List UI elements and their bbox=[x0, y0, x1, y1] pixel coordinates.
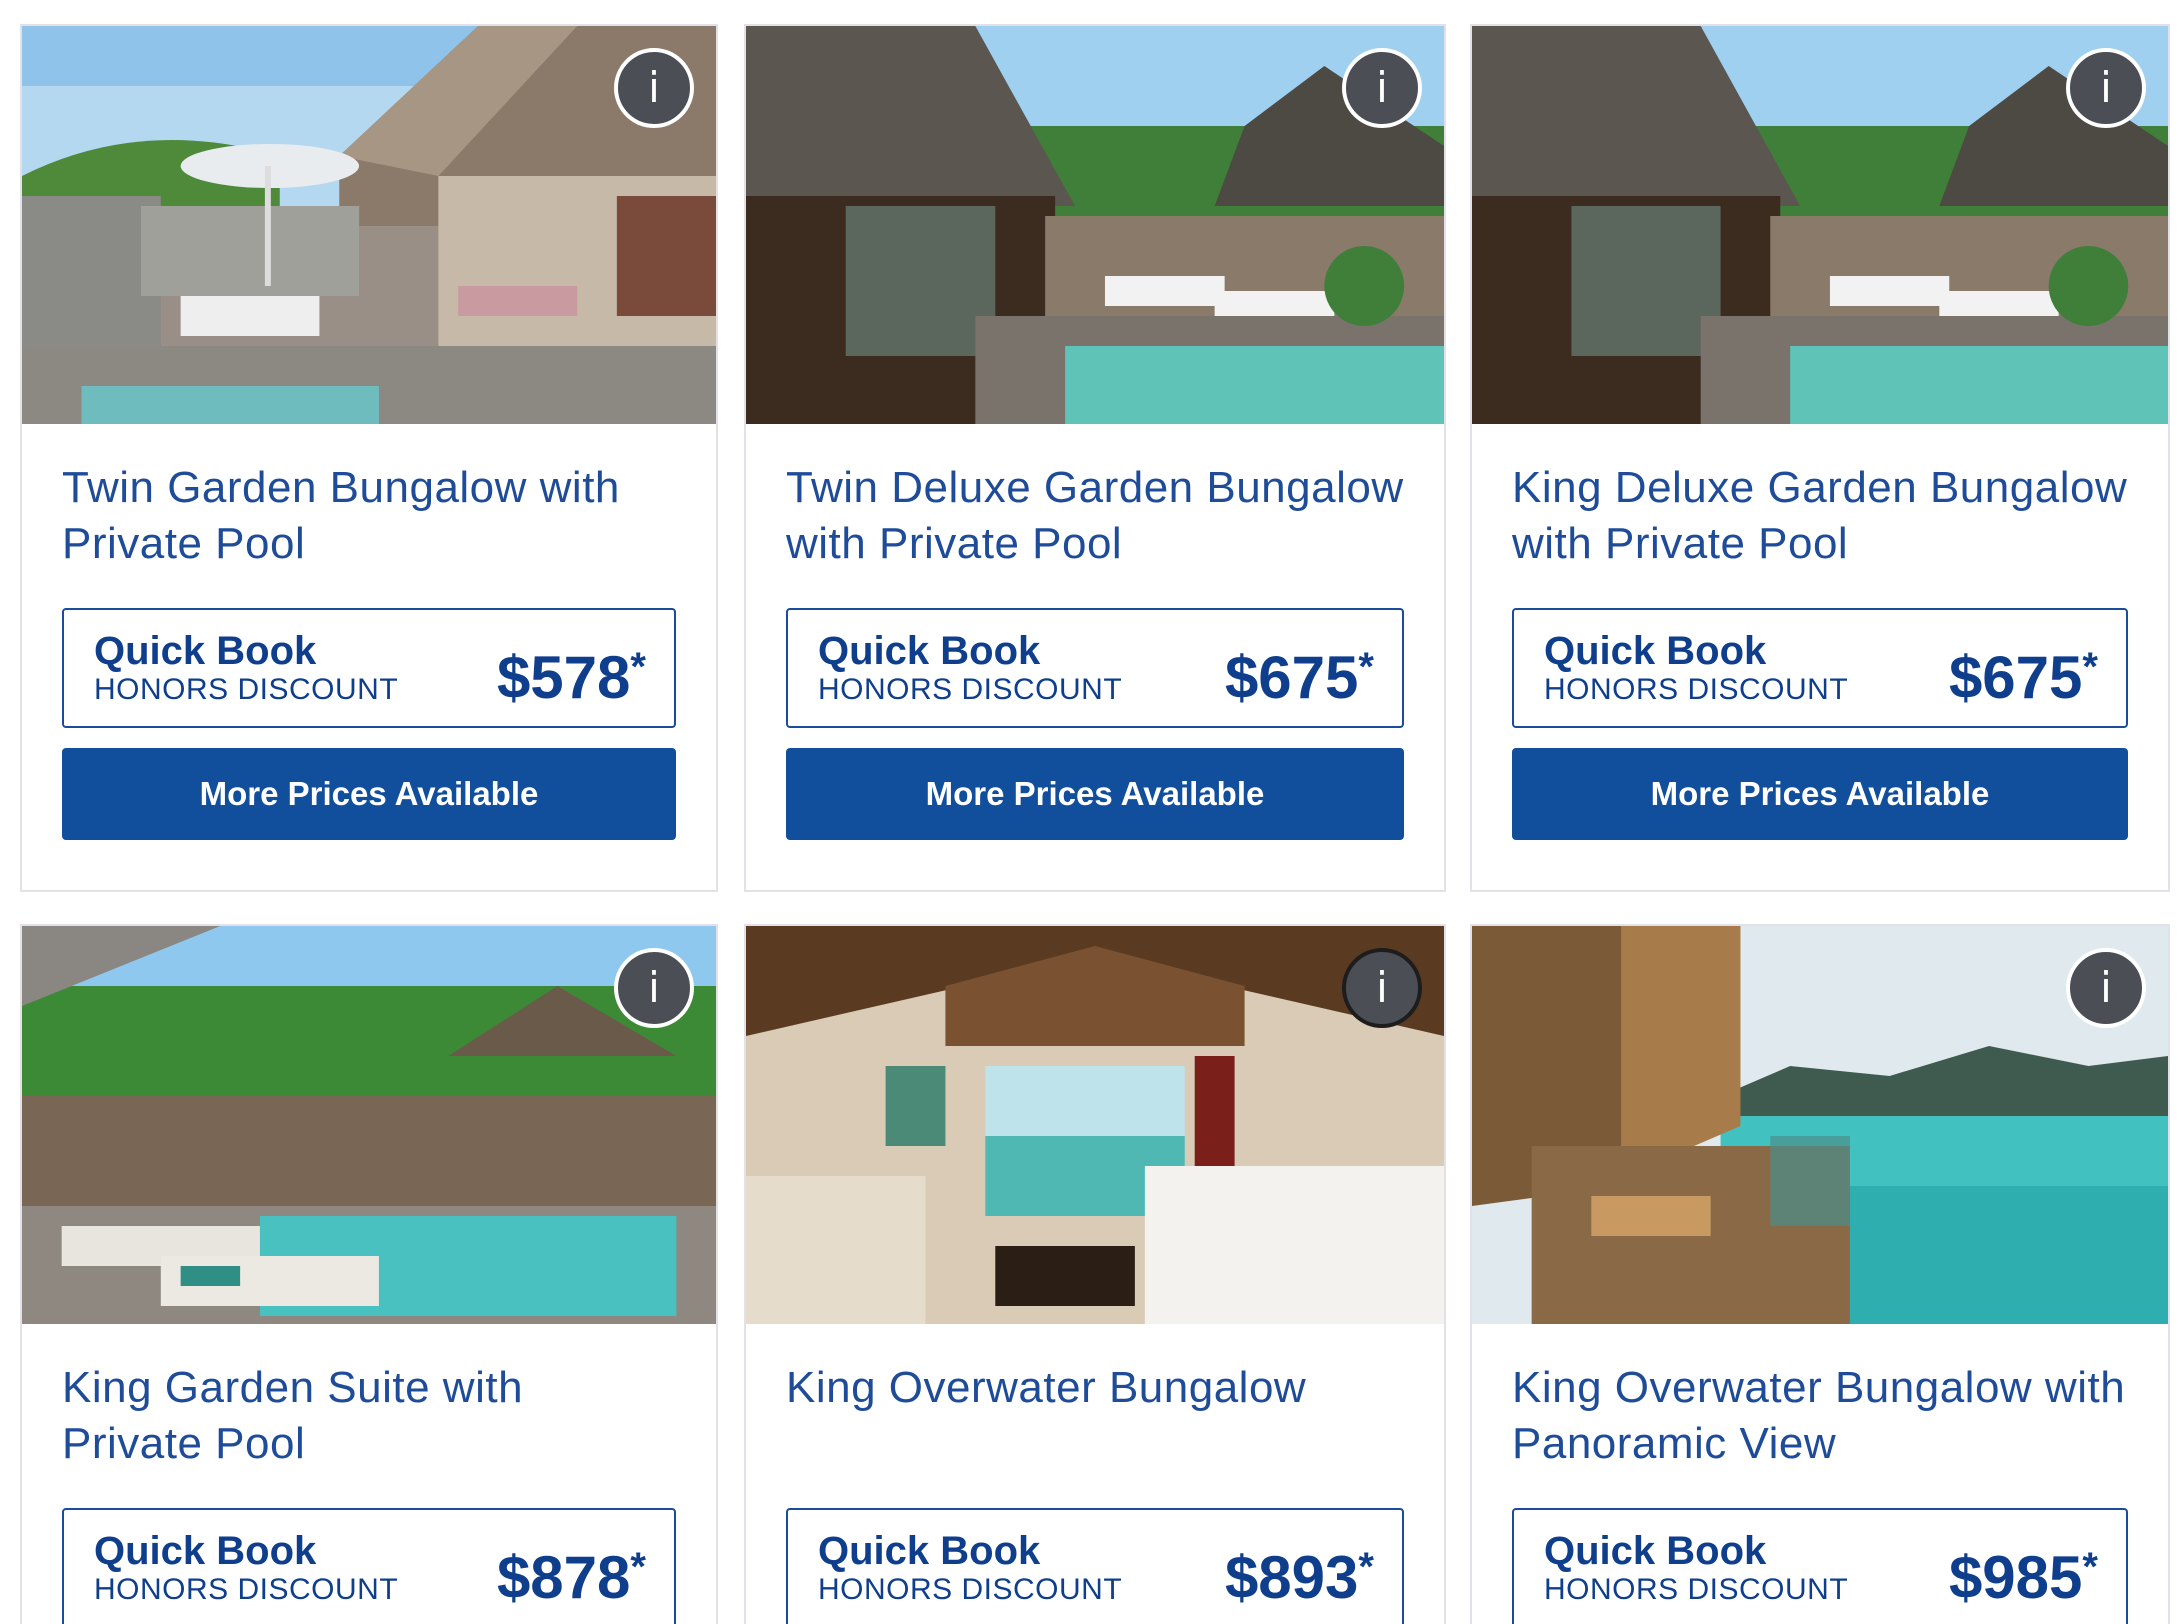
price-asterisk: * bbox=[2082, 645, 2098, 689]
king-deluxe-garden-bungalow-photo bbox=[1472, 26, 2168, 424]
price: $893* bbox=[1225, 1534, 1374, 1611]
deluxe-garden-bungalow-photo bbox=[746, 26, 1444, 424]
rate-label: HONORS DISCOUNT bbox=[1544, 673, 1849, 706]
info-icon[interactable]: i bbox=[1342, 48, 1422, 128]
rate-label: HONORS DISCOUNT bbox=[94, 1573, 399, 1606]
info-icon[interactable]: i bbox=[614, 948, 694, 1028]
price-asterisk: * bbox=[1358, 645, 1374, 689]
room-card: i King Deluxe Garden Bungalow with Priva… bbox=[1470, 24, 2170, 892]
price-asterisk: * bbox=[1358, 1545, 1374, 1589]
price-value: $985 bbox=[1948, 1544, 2083, 1611]
price-value: $878 bbox=[496, 1544, 631, 1611]
room-title[interactable]: King Overwater Bungalow bbox=[786, 1360, 1404, 1478]
room-card: i Twin Garden Bungalow with Private Pool… bbox=[20, 24, 718, 892]
room-photo[interactable]: i bbox=[746, 26, 1444, 424]
room-title[interactable]: King Deluxe Garden Bungalow with Private… bbox=[1512, 460, 2128, 578]
more-prices-button[interactable]: More Prices Available bbox=[786, 748, 1404, 840]
price-value: $675 bbox=[1224, 644, 1359, 711]
price: $878* bbox=[497, 1534, 646, 1611]
room-photo[interactable]: i bbox=[22, 926, 716, 1324]
room-card: i King Overwater Bungalow Quick Book HON… bbox=[744, 924, 1446, 1624]
room-grid: i Twin Garden Bungalow with Private Pool… bbox=[0, 0, 2178, 1624]
rate-label: HONORS DISCOUNT bbox=[94, 673, 399, 706]
price: $578* bbox=[497, 634, 646, 711]
quick-book-button[interactable]: Quick Book HONORS DISCOUNT $878* bbox=[62, 1508, 676, 1624]
quick-book-label: Quick Book bbox=[818, 629, 1041, 673]
quick-book-label: Quick Book bbox=[94, 629, 317, 673]
price: $675* bbox=[1225, 634, 1374, 711]
overwater-bungalow-interior-photo bbox=[746, 926, 1444, 1324]
overwater-panoramic-photo bbox=[1472, 926, 2168, 1324]
quick-book-button[interactable]: Quick Book HONORS DISCOUNT $985* bbox=[1512, 1508, 2128, 1624]
room-title[interactable]: Twin Garden Bungalow with Private Pool bbox=[62, 460, 676, 578]
price-asterisk: * bbox=[630, 1545, 646, 1589]
quick-book-label: Quick Book bbox=[818, 1529, 1041, 1573]
garden-suite-photo bbox=[22, 926, 716, 1324]
price-asterisk: * bbox=[2082, 1545, 2098, 1589]
info-icon[interactable]: i bbox=[2066, 948, 2146, 1028]
quick-book-button[interactable]: Quick Book HONORS DISCOUNT $578* bbox=[62, 608, 676, 728]
quick-book-label: Quick Book bbox=[1544, 629, 1767, 673]
room-title[interactable]: Twin Deluxe Garden Bungalow with Private… bbox=[786, 460, 1404, 578]
more-prices-button[interactable]: More Prices Available bbox=[62, 748, 676, 840]
rate-label: HONORS DISCOUNT bbox=[818, 673, 1123, 706]
room-photo[interactable]: i bbox=[1472, 26, 2168, 424]
room-photo[interactable]: i bbox=[1472, 926, 2168, 1324]
info-icon[interactable]: i bbox=[1342, 948, 1422, 1028]
price-value: $578 bbox=[496, 644, 631, 711]
room-title[interactable]: King Overwater Bungalow with Panoramic V… bbox=[1512, 1360, 2128, 1478]
price-asterisk: * bbox=[630, 645, 646, 689]
room-card: i King Overwater Bungalow with Panoramic… bbox=[1470, 924, 2170, 1624]
quick-book-button[interactable]: Quick Book HONORS DISCOUNT $893* bbox=[786, 1508, 1404, 1624]
room-card: i Twin Deluxe Garden Bungalow with Priva… bbox=[744, 24, 1446, 892]
more-prices-button[interactable]: More Prices Available bbox=[1512, 748, 2128, 840]
quick-book-label: Quick Book bbox=[94, 1529, 317, 1573]
room-photo[interactable]: i bbox=[22, 26, 716, 424]
price-value: $893 bbox=[1224, 1544, 1359, 1611]
quick-book-button[interactable]: Quick Book HONORS DISCOUNT $675* bbox=[786, 608, 1404, 728]
price: $985* bbox=[1949, 1534, 2098, 1611]
quick-book-button[interactable]: Quick Book HONORS DISCOUNT $675* bbox=[1512, 608, 2128, 728]
quick-book-label: Quick Book bbox=[1544, 1529, 1767, 1573]
garden-bungalow-photo bbox=[22, 26, 716, 424]
info-icon[interactable]: i bbox=[2066, 48, 2146, 128]
rate-label: HONORS DISCOUNT bbox=[1544, 1573, 1849, 1606]
room-photo[interactable]: i bbox=[746, 926, 1444, 1324]
info-icon[interactable]: i bbox=[614, 48, 694, 128]
price-value: $675 bbox=[1948, 644, 2083, 711]
rate-label: HONORS DISCOUNT bbox=[818, 1573, 1123, 1606]
room-card: i King Garden Suite with Private Pool Qu… bbox=[20, 924, 718, 1624]
room-title[interactable]: King Garden Suite with Private Pool bbox=[62, 1360, 676, 1478]
price: $675* bbox=[1949, 634, 2098, 711]
